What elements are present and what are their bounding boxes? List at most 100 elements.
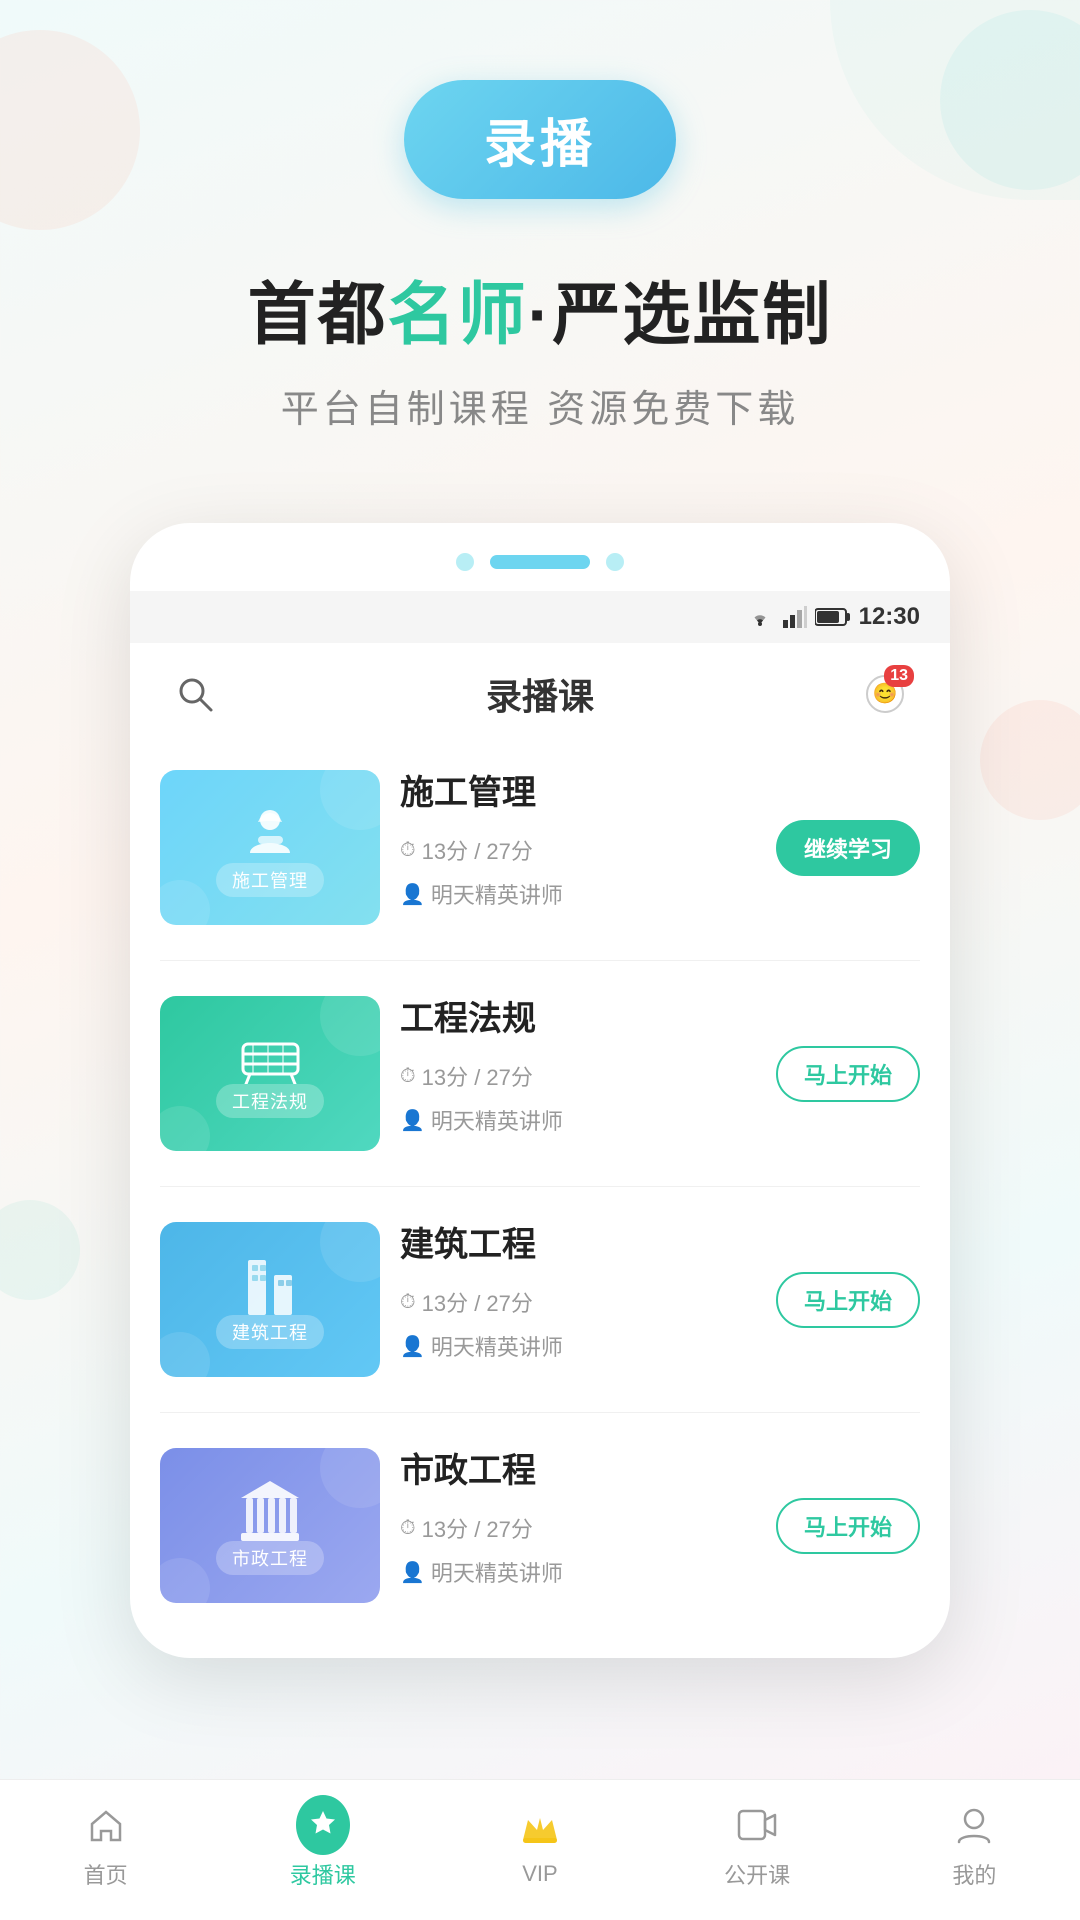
start-button-3[interactable]: 马上开始 [776,1272,920,1328]
thumb-deco [320,1448,380,1508]
thumb-deco [320,996,380,1056]
nav-live[interactable]: 公开课 [724,1798,790,1890]
clock-icon-4: ⏱ [400,1517,416,1540]
course-thumb-label-1: 施工管理 [216,863,324,897]
course-name-1: 施工管理 [400,765,756,814]
nav-recording[interactable]: 录播课 [290,1798,356,1890]
course-duration-1: ⏱ 13分 / 27分 [400,834,756,866]
course-thumbnail-4: 市政工程 [160,1448,380,1603]
tagline-middle: · [528,277,553,353]
thumb-deco [160,1106,210,1151]
course-duration-3: ⏱ 13分 / 27分 [400,1286,756,1318]
nav-live-label: 公开课 [724,1858,790,1890]
course-thumbnail-3: 建筑工程 [160,1222,380,1377]
thumb-deco [160,1558,210,1603]
nav-home-label: 首页 [84,1858,128,1890]
course-item-2[interactable]: 工程法规 工程法规 ⏱ 13分 / 27分 👤 明天精英讲师 [160,981,920,1166]
course-thumb-label-2: 工程法规 [216,1084,324,1118]
video-icon [730,1798,784,1852]
bottom-nav: 首页 录播课 VIP 公开课 [0,1779,1080,1920]
dots-indicator [130,523,950,591]
time-display: 12:30 [859,603,920,631]
notification-button[interactable]: 😊 13 [860,669,910,719]
bg-decoration-3 [980,700,1080,820]
separator-3 [160,1412,920,1413]
course-info-3: 建筑工程 ⏱ 13分 / 27分 👤 明天精英讲师 [400,1217,756,1382]
recording-badge[interactable]: 录播 [404,80,676,199]
tagline-prefix: 首都 [248,277,388,353]
clock-icon-2: ⏱ [400,1065,416,1088]
course-name-4: 市政工程 [400,1443,756,1492]
course-info-4: 市政工程 ⏱ 13分 / 27分 👤 明天精英讲师 [400,1443,756,1608]
course-item-4[interactable]: 市政工程 市政工程 ⏱ 13分 / 27分 👤 明天精英讲师 [160,1433,920,1618]
course-action-1: 继续学习 [776,820,920,876]
course-thumbnail-1: 施工管理 [160,770,380,925]
battery-icon [815,607,851,627]
course-meta-row-2: ⏱ 13分 / 27分 👤 明天精英讲师 [400,1060,756,1142]
course-icon-1 [238,798,303,863]
person-icon-2: 👤 [400,1108,425,1133]
search-icon [176,675,214,713]
vip-icon [513,1801,567,1855]
course-teacher-1: 👤 明天精英讲师 [400,878,756,910]
separator-2 [160,1186,920,1187]
app-header: 录播课 😊 13 [160,643,920,745]
course-action-2: 马上开始 [776,1046,920,1102]
course-list: 施工管理 施工管理 ⏱ 13分 / 27分 👤 明天精英讲师 [160,745,920,1628]
nav-vip-label: VIP [522,1861,557,1887]
clock-icon-3: ⏱ [400,1291,416,1314]
course-action-3: 马上开始 [776,1272,920,1328]
signal-icon [783,606,807,628]
dot-2 [606,553,624,571]
status-icons: 12:30 [745,603,920,631]
dot-line [490,555,590,569]
course-teacher-2: 👤 明天精英讲师 [400,1104,756,1136]
bg-decoration-4 [0,1200,80,1300]
app-title: 录播课 [486,668,594,720]
course-teacher-4: 👤 明天精英讲师 [400,1556,756,1588]
course-meta-row-1: ⏱ 13分 / 27分 👤 明天精英讲师 [400,834,756,916]
start-button-2[interactable]: 马上开始 [776,1046,920,1102]
course-info-1: 施工管理 ⏱ 13分 / 27分 👤 明天精英讲师 [400,765,756,930]
nav-profile-label: 我的 [952,1858,996,1890]
course-teacher-3: 👤 明天精英讲师 [400,1330,756,1362]
course-duration-4: ⏱ 13分 / 27分 [400,1512,756,1544]
course-duration-2: ⏱ 13分 / 27分 [400,1060,756,1092]
person-icon-4: 👤 [400,1560,425,1585]
nav-home[interactable]: 首页 [79,1798,133,1890]
dot-1 [456,553,474,571]
thumb-deco [160,1332,210,1377]
person-icon [947,1798,1001,1852]
nav-vip[interactable]: VIP [513,1801,567,1887]
course-thumb-label-3: 建筑工程 [216,1315,324,1349]
course-thumbnail-2: 工程法规 [160,996,380,1151]
wifi-icon [745,606,775,628]
course-icon-3 [240,1250,300,1315]
course-name-2: 工程法规 [400,991,756,1040]
person-icon-1: 👤 [400,882,425,907]
course-info-2: 工程法规 ⏱ 13分 / 27分 👤 明天精英讲师 [400,991,756,1156]
course-name-3: 建筑工程 [400,1217,756,1266]
tagline-suffix: 严选监制 [552,277,832,353]
thumb-deco [320,770,380,830]
tagline: 首都名师·严选监制 [0,259,1080,358]
tagline-highlight: 名师 [388,277,528,353]
start-button-4[interactable]: 马上开始 [776,1498,920,1554]
course-meta-row-3: ⏱ 13分 / 27分 👤 明天精英讲师 [400,1286,756,1368]
recording-star [296,1795,350,1855]
course-item[interactable]: 施工管理 施工管理 ⏱ 13分 / 27分 👤 明天精英讲师 [160,755,920,940]
app-content: 录播课 😊 13 [130,643,950,1628]
home-icon [79,1798,133,1852]
continue-button-1[interactable]: 继续学习 [776,820,920,876]
course-action-4: 马上开始 [776,1498,920,1554]
clock-icon-1: ⏱ [400,839,416,862]
status-bar: 12:30 [130,591,950,643]
course-thumb-label-4: 市政工程 [216,1541,324,1575]
person-icon-3: 👤 [400,1334,425,1359]
notification-badge: 13 [884,665,914,687]
search-button[interactable] [170,669,220,719]
subtitle: 平台自制课程 资源免费下载 [0,378,1080,433]
course-item-3[interactable]: 建筑工程 建筑工程 ⏱ 13分 / 27分 👤 明天精英讲师 [160,1207,920,1392]
phone-mockup: 12:30 录播课 😊 13 [130,523,950,1658]
nav-profile[interactable]: 我的 [947,1798,1001,1890]
